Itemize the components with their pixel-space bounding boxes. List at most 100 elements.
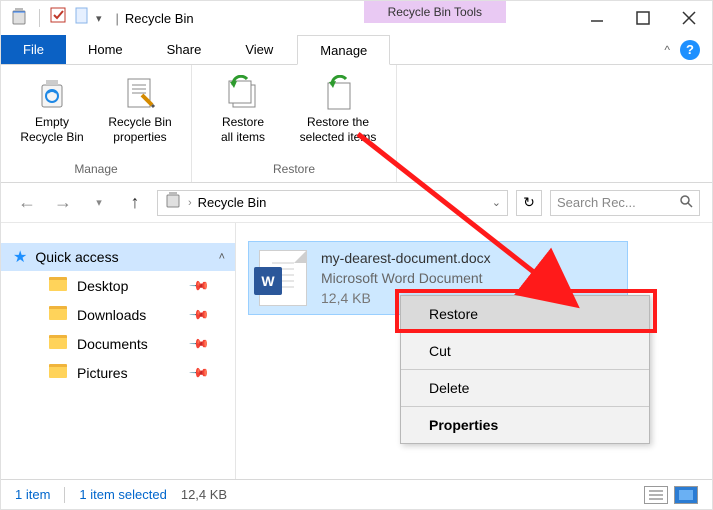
sidebar-item-label: Pictures: [77, 365, 128, 381]
menu-item-label: Delete: [429, 380, 469, 396]
refresh-button[interactable]: ↻: [516, 190, 542, 216]
quick-access-toolbar: ▾: [1, 1, 110, 35]
folder-icon: [49, 306, 67, 323]
restore-all-button[interactable]: Restore all items: [202, 71, 284, 160]
menu-item-label: Properties: [429, 417, 498, 433]
empty-bin-label: Empty Recycle Bin: [20, 115, 83, 145]
sidebar-item-documents[interactable]: Documents 📌: [1, 329, 235, 358]
sidebar-item-downloads[interactable]: Downloads 📌: [1, 300, 235, 329]
tab-share-label: Share: [167, 42, 202, 57]
navigation-pane: ★ Quick access ˄ Desktop 📌 Downloads 📌 D…: [1, 223, 236, 479]
nav-bar: ← → ▾ ↑ › Recycle Bin ⌄ ↻ Search Rec...: [1, 183, 712, 223]
folder-icon: [49, 335, 67, 352]
status-item-count: 1 item: [15, 487, 50, 502]
collapse-ribbon-icon[interactable]: ^: [664, 43, 670, 57]
status-selected-count: 1 item selected: [79, 487, 166, 502]
ribbon: Empty Recycle Bin Recycle Bin properties…: [1, 65, 712, 183]
chevron-right-icon: ›: [188, 197, 192, 209]
title-sep: |: [116, 11, 119, 26]
menu-item-cut[interactable]: Cut: [401, 333, 649, 370]
pin-icon: 📌: [188, 274, 211, 297]
nav-recent-dropdown[interactable]: ▾: [85, 189, 113, 217]
restore-selected-icon: [320, 75, 356, 111]
tab-file[interactable]: File: [1, 35, 66, 64]
contextual-tab-label: Recycle Bin Tools: [364, 1, 507, 23]
window-controls: [574, 1, 712, 35]
tab-home[interactable]: Home: [66, 35, 145, 64]
tab-view[interactable]: View: [223, 35, 295, 64]
tab-share[interactable]: Share: [145, 35, 224, 64]
search-placeholder: Search Rec...: [557, 195, 636, 210]
pin-icon: 📌: [188, 332, 211, 355]
restore-selected-button[interactable]: Restore the selected items: [290, 71, 386, 160]
restore-all-icon: [225, 75, 261, 111]
menu-item-label: Restore: [429, 306, 478, 322]
contextual-tab-text: Recycle Bin Tools: [388, 5, 483, 19]
ribbon-group-manage: Empty Recycle Bin Recycle Bin properties…: [1, 65, 192, 182]
nav-forward-button[interactable]: →: [49, 189, 77, 217]
pin-icon: 📌: [188, 303, 211, 326]
qat-separator: [39, 9, 40, 27]
word-badge-icon: W: [254, 267, 282, 295]
view-mode-buttons: [644, 486, 698, 504]
sidebar-item-quick-access[interactable]: ★ Quick access ˄: [1, 243, 235, 271]
chevron-up-icon[interactable]: ˄: [219, 251, 225, 263]
folder-icon: [49, 277, 67, 294]
breadcrumb[interactable]: › Recycle Bin ⌄: [157, 190, 508, 216]
status-bar: 1 item 1 item selected 12,4 KB: [1, 479, 712, 509]
title-bar: ▾ | Recycle Bin Recycle Bin Tools: [1, 1, 712, 35]
breadcrumb-location: Recycle Bin: [198, 195, 267, 210]
tab-home-label: Home: [88, 42, 123, 57]
ribbon-tabs: File Home Share View Manage ^ ?: [1, 35, 712, 65]
qat-overflow-icon[interactable]: ▾: [96, 12, 102, 25]
maximize-button[interactable]: [620, 1, 666, 35]
help-icon[interactable]: ?: [680, 40, 700, 60]
sidebar-item-label: Documents: [77, 336, 148, 352]
view-details-button[interactable]: [644, 486, 668, 504]
tab-view-label: View: [245, 42, 273, 57]
nav-up-button[interactable]: ↑: [121, 189, 149, 217]
view-large-icons-button[interactable]: [674, 486, 698, 504]
menu-item-label: Cut: [429, 343, 451, 359]
ribbon-group-restore: Restore all items Restore the selected i…: [192, 65, 397, 182]
minimize-button[interactable]: [574, 1, 620, 35]
restore-all-label: Restore all items: [221, 115, 265, 145]
empty-recycle-bin-button[interactable]: Empty Recycle Bin: [11, 71, 93, 160]
status-separator: [64, 487, 65, 503]
file-name: my-dearest-document.docx: [321, 248, 491, 268]
recycle-bin-properties-button[interactable]: Recycle Bin properties: [99, 71, 181, 160]
sidebar-item-label: Desktop: [77, 278, 128, 294]
quick-access-label: Quick access: [35, 249, 118, 265]
pin-icon: 📌: [188, 361, 211, 384]
menu-item-delete[interactable]: Delete: [401, 370, 649, 407]
tab-file-label: File: [23, 42, 44, 57]
nav-back-button[interactable]: ←: [13, 189, 41, 217]
properties-icon[interactable]: [50, 7, 68, 30]
menu-item-properties[interactable]: Properties: [401, 407, 649, 443]
word-document-icon: W: [259, 250, 307, 306]
search-input[interactable]: Search Rec...: [550, 190, 700, 216]
new-doc-icon[interactable]: [74, 7, 90, 30]
empty-bin-icon: [34, 75, 70, 111]
properties-label: Recycle Bin properties: [108, 115, 171, 145]
sidebar-item-desktop[interactable]: Desktop 📌: [1, 271, 235, 300]
sidebar-item-pictures[interactable]: Pictures 📌: [1, 358, 235, 387]
search-icon: [679, 194, 693, 211]
window-title: | Recycle Bin: [110, 1, 194, 35]
window-title-text: Recycle Bin: [125, 11, 194, 26]
properties-icon-large: [122, 75, 158, 111]
close-button[interactable]: [666, 1, 712, 35]
quick-access-icon: ★: [13, 247, 27, 267]
sidebar-item-label: Downloads: [77, 307, 146, 323]
menu-item-restore[interactable]: Restore: [401, 296, 649, 333]
restore-selected-label: Restore the selected items: [300, 115, 377, 145]
tab-manage-label: Manage: [320, 43, 367, 58]
file-type: Microsoft Word Document: [321, 268, 491, 288]
tab-manage[interactable]: Manage: [297, 35, 390, 65]
recycle-bin-icon: [9, 6, 29, 31]
folder-icon: [49, 364, 67, 381]
context-menu: Restore Cut Delete Properties: [400, 295, 650, 444]
status-selected-size: 12,4 KB: [181, 487, 227, 502]
breadcrumb-dropdown-icon[interactable]: ⌄: [492, 196, 501, 209]
recycle-bin-small-icon: [164, 191, 182, 214]
